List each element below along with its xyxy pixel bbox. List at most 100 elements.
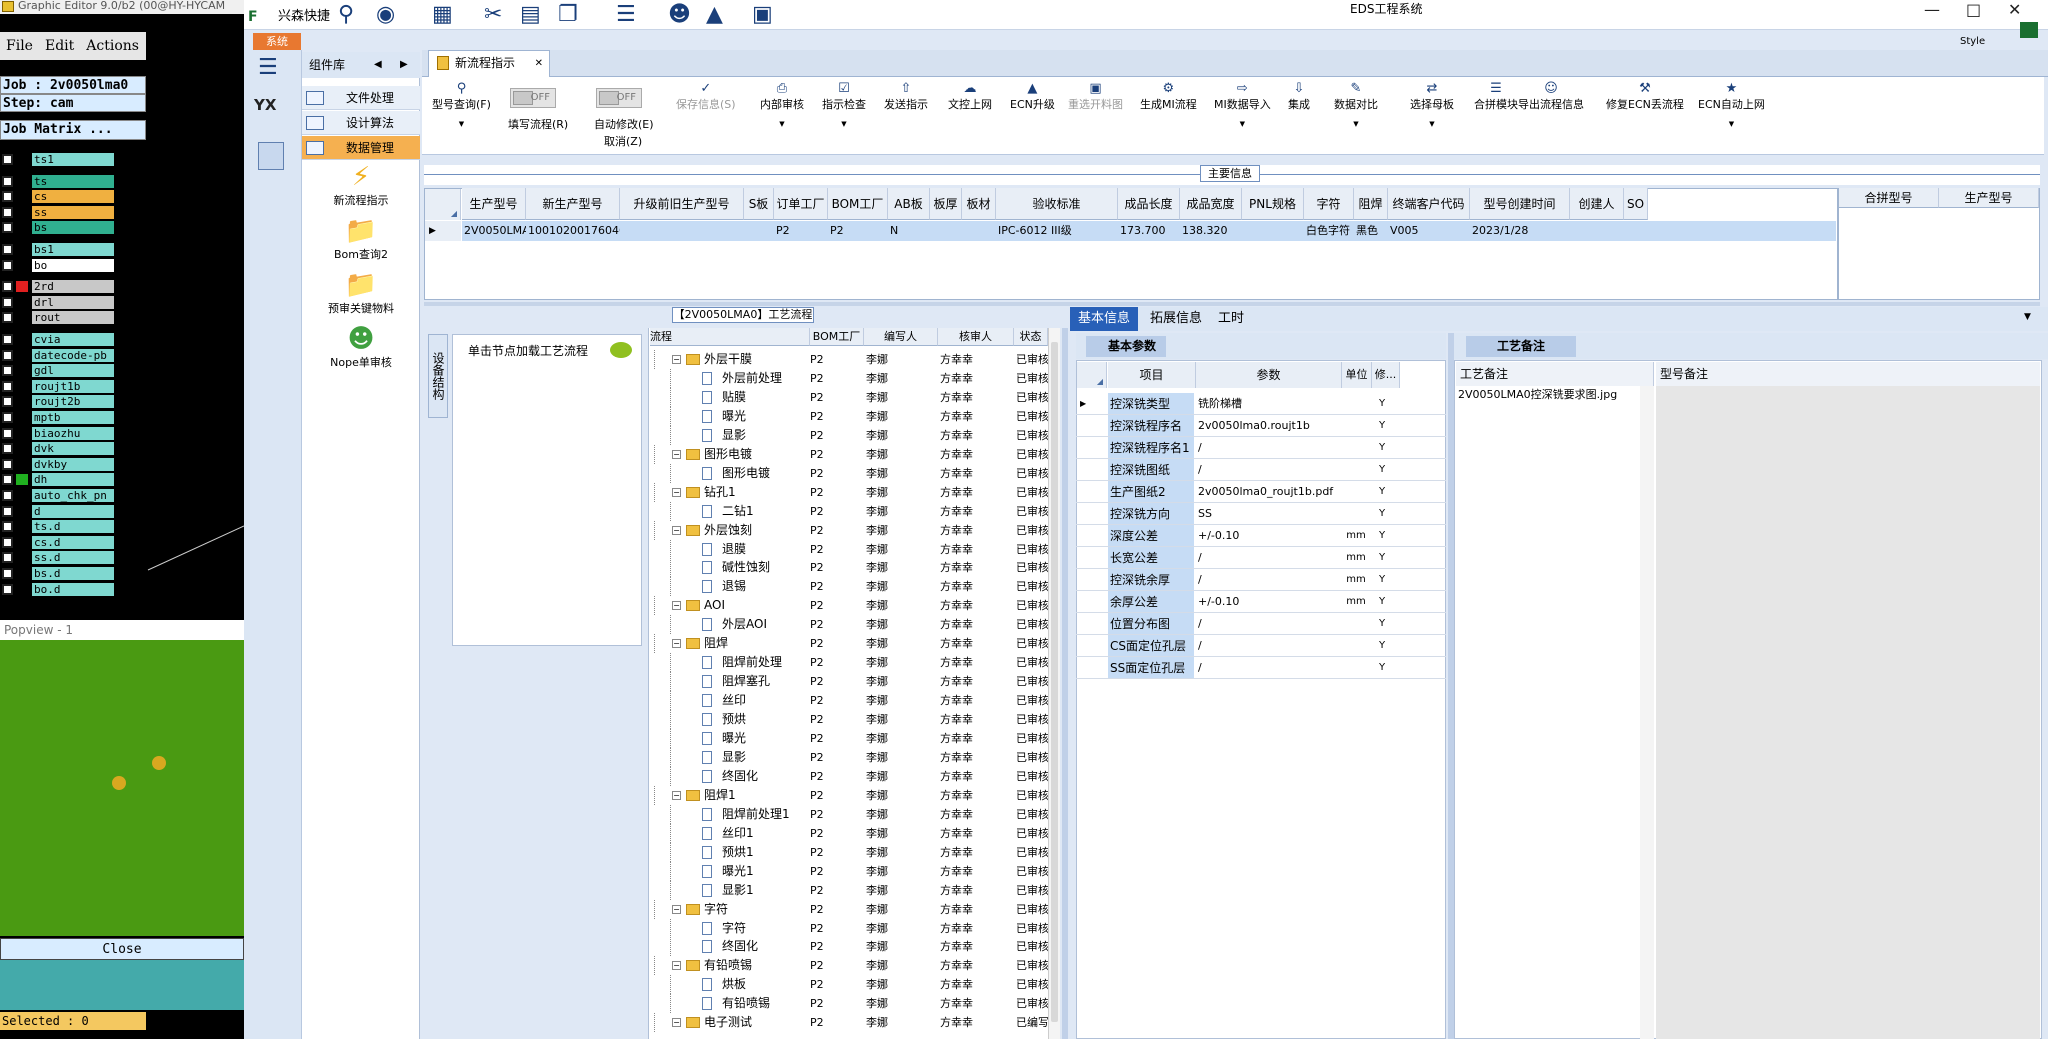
param-value[interactable]: +/-0.10 [1196,591,1342,613]
layer-row[interactable]: ts.d [0,519,118,534]
table-cell[interactable]: 白色字符 [1304,221,1354,241]
layer-row[interactable]: roujt2b [0,394,118,409]
layer-checkbox[interactable] [2,568,13,579]
splitter[interactable] [424,302,2040,306]
collapse-icon[interactable]: − [672,525,681,535]
collapse-icon[interactable]: − [672,487,681,497]
ribbon-button-15[interactable]: ☰ 合拼模块 [1474,82,1518,112]
layer-checkbox[interactable] [2,334,13,345]
dropdown-arrow-icon[interactable]: ▼ [1214,120,1271,129]
column-header[interactable]: 阻焊 [1354,188,1388,220]
column-header[interactable]: 状态 [1014,328,1048,346]
param-row[interactable]: 控深铣方向 SS Y [1076,503,1446,525]
param-row[interactable]: 控深铣程序名1/ Y [1076,437,1446,459]
layer-row[interactable]: mptb [0,410,118,425]
ribbon-button-4[interactable]: ⎙ 内部审核 ▼ [760,82,804,129]
param-row[interactable]: 余厚公差 +/-0.10 mm Y [1076,591,1446,613]
ribbon-button-13[interactable]: ✎ 数据对比 ▼ [1334,82,1378,129]
ribbon-button-3[interactable]: ✓ 保存信息(S) [676,82,736,112]
close-button[interactable]: Close [0,938,244,960]
toggle-switch[interactable]: OFF [596,88,642,108]
param-modified[interactable]: Y [1370,547,1394,569]
param-value[interactable]: 2v0050lma0.roujt1b [1196,415,1342,437]
tree-node[interactable]: 外层AOI P2 李娜 方幸幸 已审核 [648,615,1048,635]
user-icon[interactable]: ☻ [668,4,691,26]
dropdown-arrow-icon[interactable]: ▼ [2024,312,2031,322]
list-icon[interactable]: ☰ [616,4,636,26]
layer-checkbox[interactable] [2,521,13,533]
param-value[interactable]: +/-0.10 [1196,525,1342,547]
tool-1[interactable]: 📁 Bom查询2 [302,216,420,262]
notes-scrollbar[interactable] [1640,386,1654,1039]
param-modified[interactable]: Y [1370,613,1394,635]
tree-node[interactable]: 丝印1 P2 李娜 方幸幸 已审核 [648,823,1048,843]
tree-node[interactable]: 碱性蚀刻 P2 李娜 方幸幸 已审核 [648,558,1048,578]
param-value[interactable]: / [1196,613,1342,635]
layer-checkbox[interactable] [2,427,13,439]
ribbon-button-6[interactable]: ⇧ 发送指示 [884,82,928,112]
layer-checkbox[interactable] [2,396,13,408]
param-modified[interactable]: Y [1370,415,1394,437]
close-window-icon[interactable]: ✕ [2008,0,2021,19]
column-header[interactable]: 升级前旧生产型号 [620,188,744,220]
hamburger-menu-icon[interactable]: ☰ [258,55,278,80]
tree-node[interactable]: 贴膜 P2 李娜 方幸幸 已审核 [648,387,1048,407]
layer-checkbox[interactable] [2,490,13,501]
param-modified[interactable]: Y [1370,525,1394,547]
column-header[interactable]: 核审人 [938,328,1014,346]
layer-checkbox[interactable] [2,281,13,293]
column-header[interactable]: 成品宽度 [1180,188,1242,220]
column-header[interactable]: 参数 [1196,362,1342,388]
layer-row[interactable]: ss.d [0,550,118,565]
ribbon-button-7[interactable]: ☁ 文控上网 [948,82,992,112]
tree-node[interactable]: 阻焊塞孔 P2 李娜 方幸幸 已审核 [648,672,1048,692]
tree-node[interactable]: 阻焊前处理1 P2 李娜 方幸幸 已审核 [648,804,1048,824]
tab-new-process[interactable]: 新流程指示 ✕ [428,50,550,77]
film-icon[interactable]: ▤ [520,4,541,26]
tab-close-icon[interactable]: ✕ [535,51,543,76]
param-row[interactable]: SS面定位孔层 / Y [1076,657,1446,679]
layer-row[interactable]: dh [0,472,118,487]
param-row[interactable]: 控深铣图纸 / Y [1076,459,1446,481]
model-note-area[interactable] [1656,386,2040,1039]
tree-node[interactable]: 阻焊前处理 P2 李娜 方幸幸 已审核 [648,653,1048,673]
ribbon-button-17[interactable]: ⚒ 修复ECN丢流程 [1606,82,1684,112]
collapse-icon[interactable]: − [672,639,681,649]
layer-row[interactable]: dvk [0,441,118,456]
param-value[interactable]: / [1196,635,1342,657]
ribbon-button-14[interactable]: ⇄ 选择母板 ▼ [1410,82,1454,129]
param-modified[interactable]: Y [1370,437,1394,459]
column-header[interactable]: S板 [744,188,774,220]
tree-node[interactable]: 终固化 P2 李娜 方幸幸 已审核 [648,766,1048,786]
layer-row[interactable]: datecode-pb [0,348,118,363]
component-item-2[interactable]: 数据管理 [302,136,420,160]
column-header[interactable]: 创建人 [1570,188,1624,220]
table-cell[interactable]: 173.700 [1118,221,1180,241]
column-header[interactable]: 修... [1372,362,1400,388]
column-header[interactable]: 编写人 [864,328,938,346]
layer-checkbox[interactable] [2,206,13,218]
layer-checkbox[interactable] [2,349,13,361]
maximize-icon[interactable]: □ [1966,0,1981,19]
collapse-icon[interactable]: − [672,1018,681,1028]
tree-node[interactable]: − 电子测试 P2 李娜 方幸幸 已编写 [648,1013,1048,1033]
layer-checkbox[interactable] [2,222,13,234]
tree-node[interactable]: − 字符 P2 李娜 方幸幸 已审核 [648,899,1048,919]
tree-node[interactable]: 退锡 P2 李娜 方幸幸 已审核 [648,577,1048,597]
component-item-0[interactable]: 文件处理 [302,86,420,110]
ribbon-button-12[interactable]: ⇩ 集成 [1288,82,1310,112]
tree-node[interactable]: − AOI P2 李娜 方幸幸 已审核 [648,596,1048,616]
tab-process-notes[interactable]: 工艺备注 [1466,336,1576,357]
layer-checkbox[interactable] [2,583,13,595]
table-cell[interactable] [1570,221,1624,241]
ribbon-button-16[interactable]: ☺ 导出流程信息 [1518,82,1584,112]
menu-2[interactable]: Actions [80,38,145,54]
layer-row[interactable]: cs [0,189,118,204]
param-value[interactable]: 2v0050lma0_roujt1b.pdf [1196,481,1342,503]
copy-icon[interactable]: ❐ [558,4,578,26]
collapse-icon[interactable]: − [672,904,681,914]
layer-checkbox[interactable] [2,312,13,324]
tree-node[interactable]: 二钻1 P2 李娜 方幸幸 已审核 [648,501,1048,521]
layer-row[interactable]: bo.d [0,582,118,597]
dropdown-arrow-icon[interactable]: ▼ [1334,120,1378,129]
